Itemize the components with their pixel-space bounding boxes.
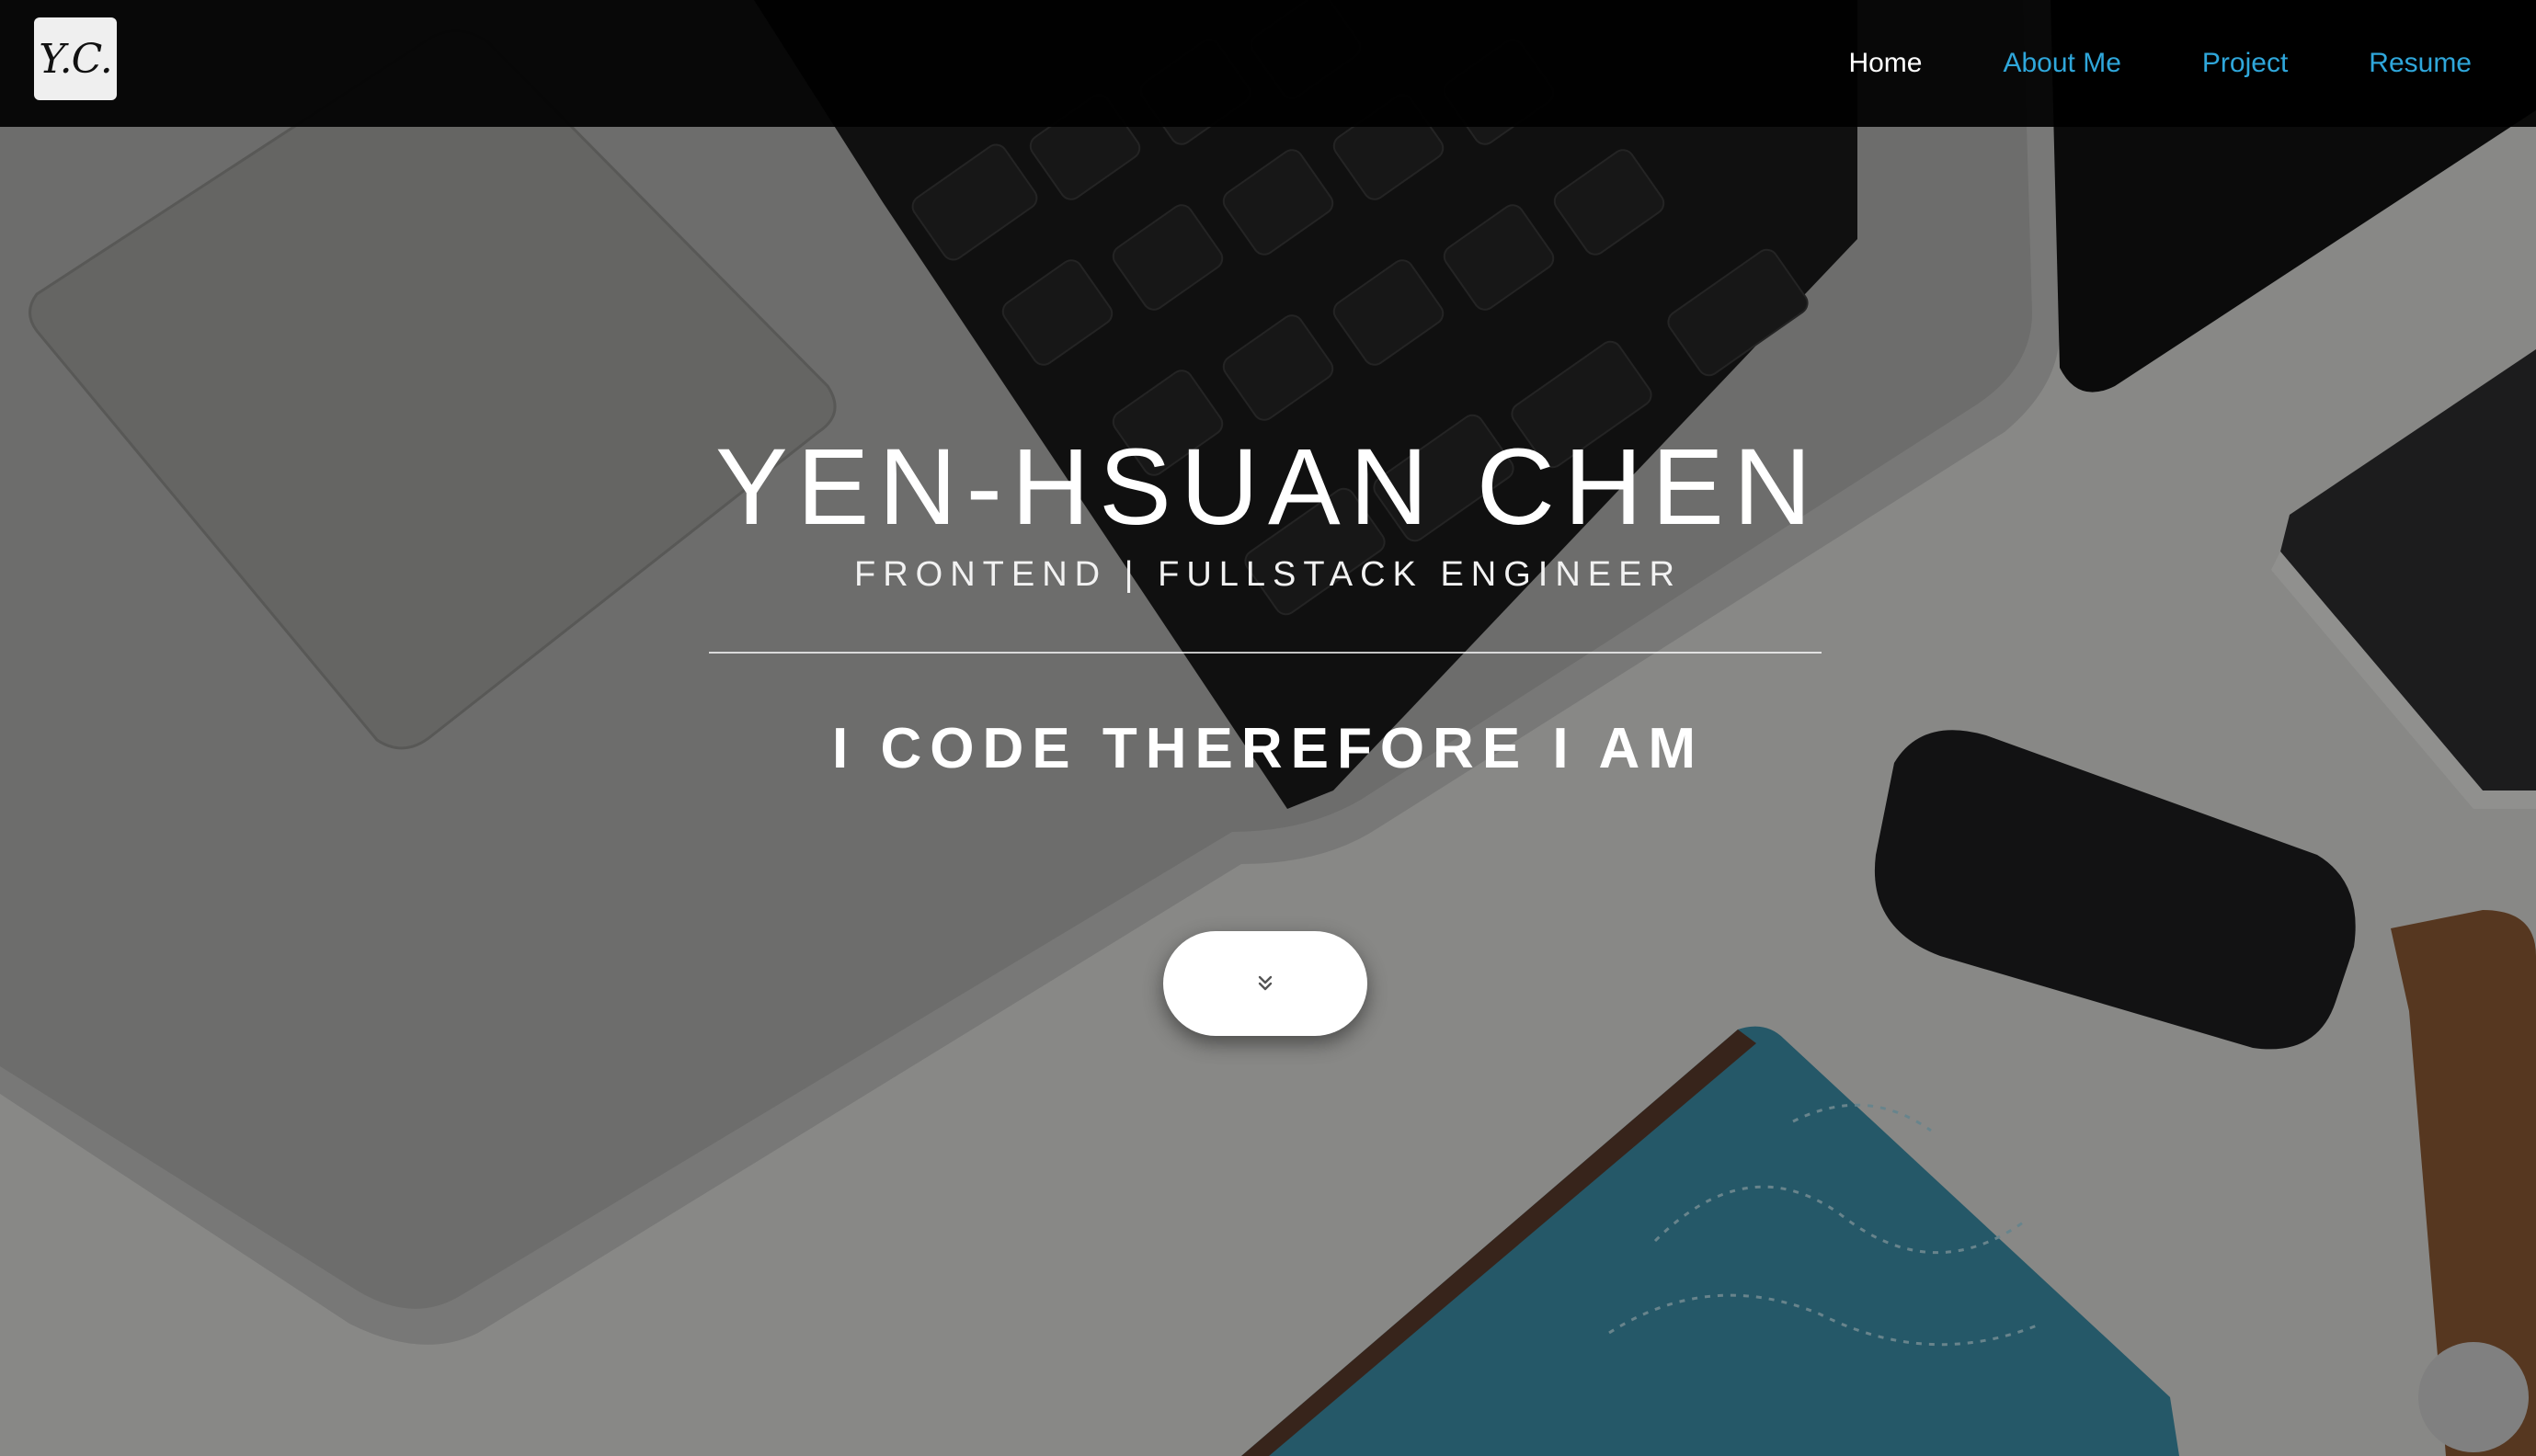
- logo[interactable]: Y.C.: [34, 17, 117, 100]
- nav-links: Home About Me Project Resume: [1767, 0, 2472, 127]
- double-chevron-down-icon: [1258, 975, 1273, 991]
- nav-link-home[interactable]: Home: [1848, 48, 1922, 79]
- navbar: Y.C. Home About Me Project Resume: [0, 0, 2536, 127]
- hero-divider: [709, 652, 1822, 654]
- hero-tagline: I CODE THEREFORE I AM: [832, 717, 1704, 780]
- nav-link-project[interactable]: Project: [2202, 48, 2288, 79]
- hero-role: FRONTEND | FULLSTACK ENGINEER: [854, 555, 1682, 594]
- nav-link-resume[interactable]: Resume: [2369, 48, 2472, 79]
- logo-text: Y.C.: [39, 35, 112, 83]
- nav-link-about-me[interactable]: About Me: [2003, 48, 2120, 79]
- scroll-down-button[interactable]: [1163, 931, 1367, 1036]
- hero-name: YEN-HSUAN CHEN: [714, 427, 1822, 548]
- page: Y.C. Home About Me Project Resume YEN-HS…: [0, 0, 2536, 1456]
